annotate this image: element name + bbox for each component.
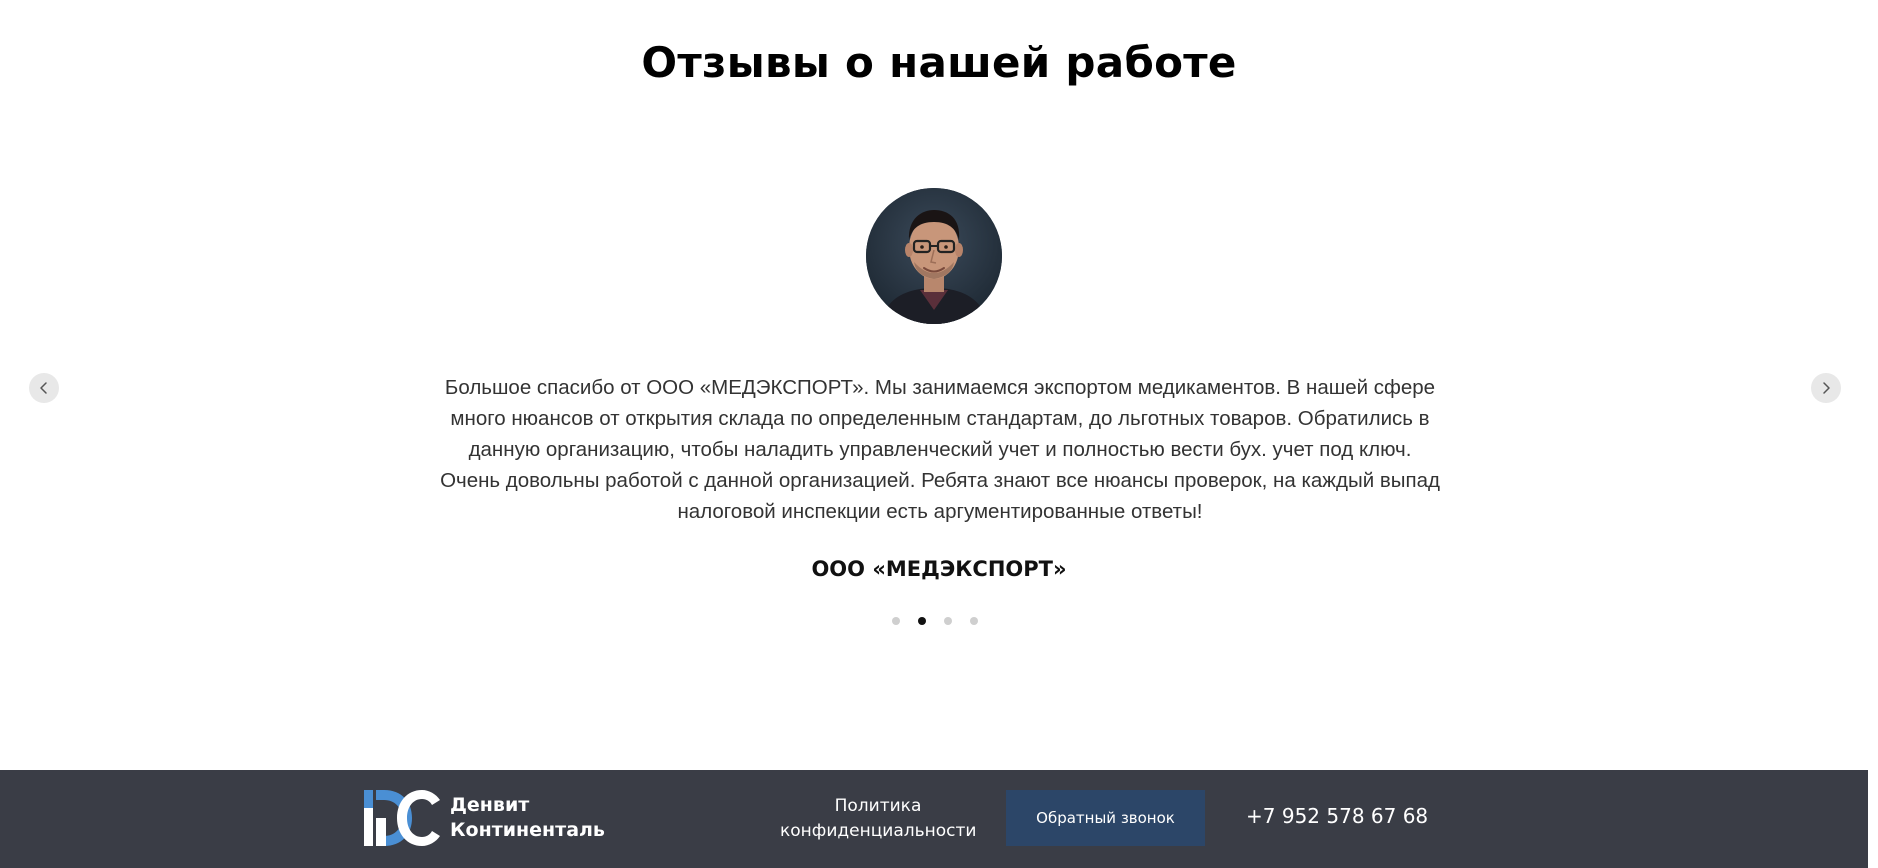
review-author: ООО «МЕДЭКСПОРТ» <box>811 557 1067 581</box>
slider-pagination <box>892 617 978 625</box>
callback-button[interactable]: Обратный звонок <box>1006 790 1205 846</box>
reviewer-avatar <box>866 188 1002 324</box>
reviewer-photo <box>866 188 1002 324</box>
reviews-section: Отзывы о нашей работе Большое спасибо от… <box>0 0 1878 770</box>
pagination-dot[interactable] <box>944 617 952 625</box>
slider-prev-button[interactable] <box>29 373 59 403</box>
pagination-dot[interactable] <box>892 617 900 625</box>
phone-link[interactable]: +7 952 578 67 68 <box>1246 804 1428 828</box>
logo-text: Денвит Континенталь <box>450 793 605 843</box>
footer: Денвит Континенталь Политика конфиденциа… <box>0 770 1878 868</box>
footer-logo[interactable]: Денвит Континенталь <box>364 790 605 846</box>
privacy-policy-link[interactable]: Политика конфиденциальности <box>780 794 976 844</box>
pagination-dot[interactable] <box>970 617 978 625</box>
chevron-right-icon <box>1823 382 1830 394</box>
slider-next-button[interactable] <box>1811 373 1841 403</box>
review-text: Большое спасибо от ООО «МЕДЭКСПОРТ». Мы … <box>440 376 1440 523</box>
section-title: Отзывы о нашей работе <box>641 38 1237 87</box>
policy-line-2: конфиденциальности <box>780 821 977 841</box>
policy-line-1: Политика <box>834 796 922 816</box>
scrollbar[interactable] <box>1868 0 1878 868</box>
chevron-left-icon <box>40 382 47 394</box>
logo-line-2: Континенталь <box>450 819 605 841</box>
dc-logo-icon <box>364 790 440 846</box>
pagination-dot-active[interactable] <box>918 617 926 625</box>
logo-line-1: Денвит <box>450 794 530 816</box>
